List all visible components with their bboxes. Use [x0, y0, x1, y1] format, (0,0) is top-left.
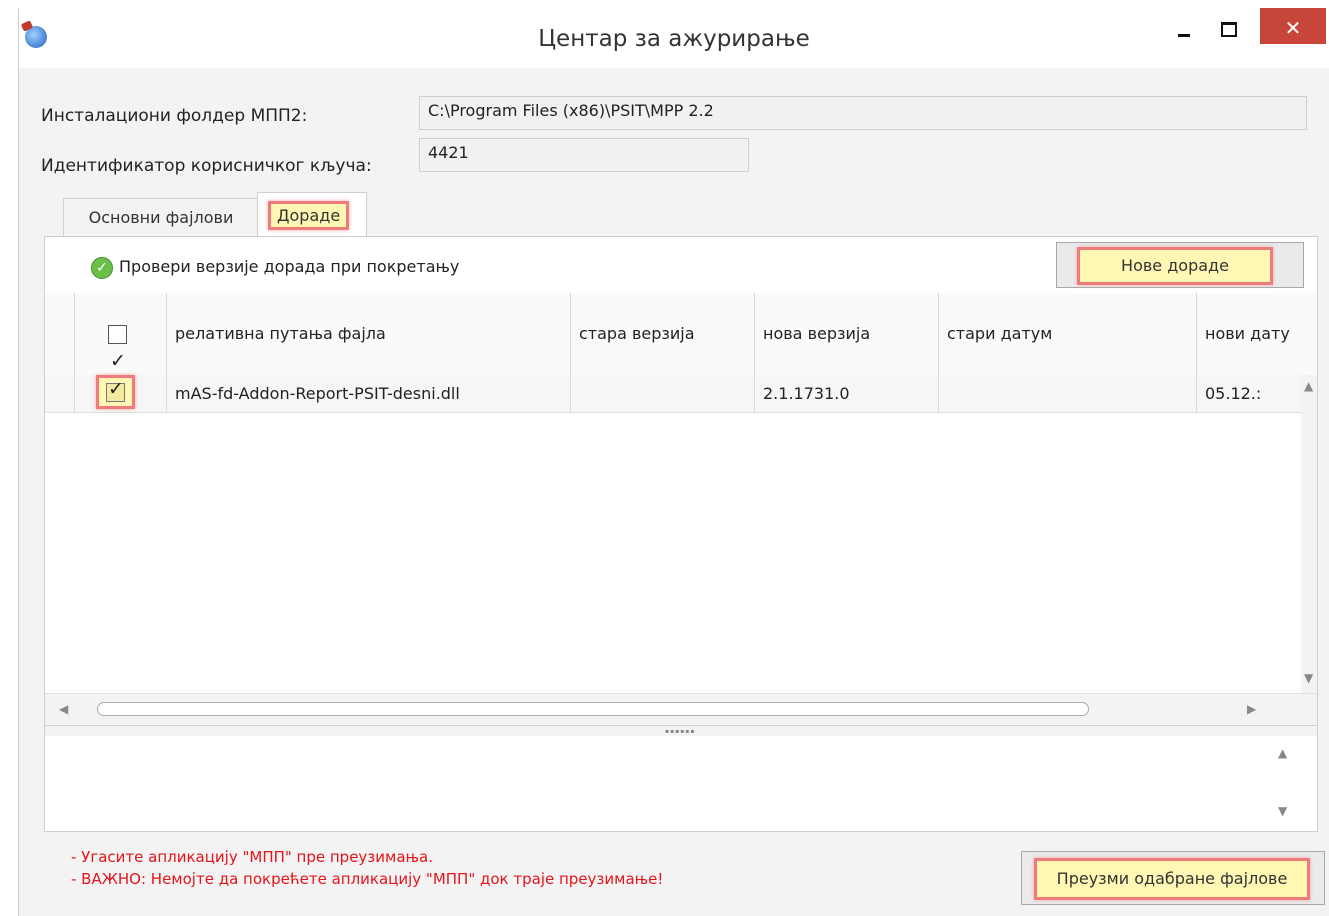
scroll-up-icon[interactable]: ▲ [1278, 746, 1287, 760]
update-center-window: Центар за ажурирање ✕ Инсталациони фолде… [18, 8, 1329, 916]
close-icon[interactable]: ✕ [1260, 8, 1326, 44]
new-addons-button[interactable]: Нове дораде [1056, 242, 1304, 288]
column-header-new-version[interactable]: нова верзија [755, 293, 939, 375]
cell-new-date: 05.12.: [1205, 384, 1262, 403]
user-key-label: Идентификатор корисничког кључа: [41, 156, 372, 176]
cell-new-version: 2.1.1731.0 [755, 375, 939, 412]
check-versions-label: Провери верзије дорада при покретању [119, 257, 460, 276]
warning-note-1: - Угасите апликацију "МПП" пре преузимањ… [71, 848, 433, 866]
column-header-path[interactable]: релативна путања фајла [167, 293, 571, 375]
row-indicator [45, 375, 75, 412]
table-header: релативна путања фајла стара верзија нов… [45, 293, 1317, 402]
horizontal-scrollbar[interactable]: ◀ ▶ [45, 693, 1317, 726]
user-key-field[interactable]: 4421 [419, 138, 749, 172]
title-bar: Центар за ажурирање ✕ [19, 8, 1329, 68]
scroll-down-icon[interactable]: ▼ [1304, 671, 1313, 685]
maximize-icon[interactable] [1212, 8, 1244, 48]
cell-old-date [939, 375, 1197, 412]
column-header-new-date[interactable]: нови дату [1197, 293, 1317, 375]
row-indicator-header [45, 293, 75, 375]
checkbox-icon [106, 378, 125, 402]
row-checkbox-cell[interactable] [75, 375, 167, 412]
install-folder-label: Инсталациони фолдер МПП2: [41, 106, 308, 126]
check-circle-icon: ✓ [91, 256, 113, 279]
warning-note-2: - ВАЖНО: Немојте да покрећете апликацију… [71, 870, 664, 888]
details-pane: ▲ ▼ [45, 736, 1317, 831]
vertical-scrollbar[interactable]: ▲ ▼ [1301, 375, 1317, 693]
tab-basic-files[interactable]: Основни фајлови [63, 198, 259, 237]
install-folder-field[interactable]: C:\Program Files (x86)\PSIT\MPP 2.2 [419, 96, 1307, 130]
scroll-left-icon[interactable]: ◀ [59, 702, 68, 716]
cell-old-version [571, 375, 755, 412]
table-row[interactable]: mAS-fd-Addon-Report-PSIT-desni.dll 2.1.1… [45, 375, 1301, 413]
column-header-old-date[interactable]: стари датум [939, 293, 1197, 375]
select-all-checkbox[interactable] [75, 293, 167, 402]
column-header-old-version[interactable]: стара верзија [571, 293, 755, 375]
scroll-up-icon[interactable]: ▲ [1304, 379, 1313, 393]
minimize-icon[interactable] [1169, 8, 1201, 48]
scroll-right-icon[interactable]: ▶ [1247, 702, 1256, 716]
window-title: Центар за ажурирање [538, 26, 810, 52]
cell-path: mAS-fd-Addon-Report-PSIT-desni.dll [167, 375, 571, 412]
grip-icon: ▪▪▪▪▪▪ [665, 728, 696, 735]
scroll-down-icon[interactable]: ▼ [1278, 804, 1287, 818]
download-selected-button-label: Преузми одабране фајлове [1034, 858, 1310, 900]
check-versions-on-start[interactable]: ✓ Провери верзије дорада при покретању [91, 255, 459, 279]
tab-addons[interactable]: Дораде [257, 192, 367, 239]
download-selected-button[interactable]: Преузми одабране фајлове [1021, 851, 1325, 905]
checkbox-icon [108, 320, 127, 402]
new-addons-button-label: Нове дораде [1077, 247, 1273, 285]
tab-addons-label: Дораде [268, 201, 350, 230]
horizontal-scroll-thumb[interactable] [97, 702, 1089, 716]
row-checkbox-highlight [96, 375, 135, 409]
addons-table: релативна путања фајла стара верзија нов… [45, 293, 1317, 693]
